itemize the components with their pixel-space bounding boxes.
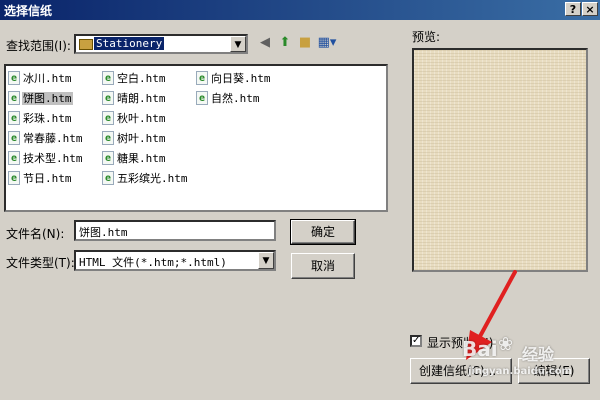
watermark-paw-icon: ❀ xyxy=(498,334,514,355)
watermark-brand: Bai xyxy=(462,337,498,361)
watermark-brand2: 经验 xyxy=(522,345,555,364)
watermark-url: jingyan.baidu.com xyxy=(468,366,572,377)
